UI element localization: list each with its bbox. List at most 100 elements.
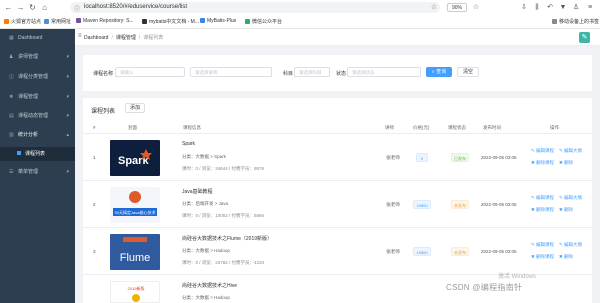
- extension-icon[interactable]: ▼: [559, 3, 567, 12]
- column-header: 课程状态: [448, 125, 466, 130]
- download-icon[interactable]: ⇩: [520, 3, 528, 12]
- bookmark-item[interactable]: 常用网址: [44, 18, 71, 25]
- dashboard-icon: ▦: [9, 35, 14, 41]
- sidebar-item-menu[interactable]: ☰ 菜单管理 ▾: [0, 165, 75, 180]
- status-badge: 未发布: [451, 247, 469, 256]
- row-index: 2: [93, 202, 96, 207]
- teacher-select[interactable]: 请选择讲师: [190, 67, 272, 77]
- status-select[interactable]: 请选择状态: [347, 67, 421, 77]
- bookmark-item[interactable]: 微信公众平台: [245, 18, 282, 25]
- edit-outline-link[interactable]: ✎ 编辑大纲: [559, 195, 582, 201]
- top-navbar: ≡ Dashboard / 课程管理 / 课程列表 ✎: [75, 29, 600, 46]
- sidebar-item-teacher[interactable]: ♟ 讲师管理 ▾: [0, 50, 75, 65]
- account-icon[interactable]: ♙: [572, 3, 580, 12]
- delete-link[interactable]: ✖ 删除: [559, 254, 573, 260]
- delete-course-link[interactable]: ✖ 删除课程: [531, 207, 554, 213]
- course-cover[interactable]: Spark: [110, 140, 160, 176]
- wechat-icon: [245, 19, 250, 24]
- breadcrumb-item[interactable]: Dashboard: [84, 35, 108, 41]
- row-index: 3: [93, 249, 96, 254]
- browser-toolbar: ← → ↻ ⌂ ⓘ localhost:8520/#/eduservice/co…: [0, 0, 600, 15]
- publish-time: 2022-09-05 03:05: [481, 155, 517, 160]
- delete-course-link[interactable]: ✖ 删除课程: [531, 160, 554, 166]
- search-button[interactable]: ⌕ 查询: [426, 67, 452, 77]
- course-category: 分类：大数据 > Spark: [182, 154, 226, 159]
- price-badge: 0: [416, 153, 428, 162]
- list-title: 课程列表: [91, 109, 116, 115]
- edit-course-link[interactable]: ✎ 编辑课程: [531, 195, 554, 201]
- svg-text:Flume: Flume: [120, 252, 151, 264]
- column-header: 发布时间: [483, 125, 501, 130]
- course-name-input[interactable]: 请输入: [115, 67, 185, 77]
- firefox-icon: [4, 19, 9, 24]
- bookmark-item[interactable]: 火狐官方站点: [4, 18, 41, 25]
- home-icon[interactable]: ⌂: [40, 3, 49, 12]
- browser-chrome: ← → ↻ ⌂ ⓘ localhost:8520/#/eduservice/co…: [0, 0, 600, 29]
- bookmarks-bar: 火狐官方站点 常用网址 Maven Repository: S... mybat…: [0, 15, 600, 28]
- chevron-up-icon: ▴: [66, 132, 69, 138]
- status-badge: 未发布: [451, 200, 469, 209]
- course-stats: 课时：0 / 浏览：10052 / 付费学员：5866: [182, 213, 265, 218]
- delete-course-link[interactable]: ✖ 删除课程: [531, 254, 554, 260]
- star-icon[interactable]: ☆: [430, 3, 438, 12]
- edit-course-link[interactable]: ✎ 编辑课程: [531, 148, 554, 154]
- mobile-bookmarks[interactable]: 移动设备上的书签: [552, 18, 599, 25]
- address-bar[interactable]: ⓘ localhost:8520/#/eduservice/course/lis…: [70, 2, 440, 13]
- hive-cover-icon: 2019新版: [128, 285, 145, 302]
- delete-link[interactable]: ✖ 删除: [559, 160, 573, 166]
- edit-course-link[interactable]: ✎ 编辑课程: [531, 242, 554, 248]
- sidebar-item-news[interactable]: ▤ 课程动态管理 ▾: [0, 109, 75, 124]
- breadcrumb-item: 课程列表: [143, 35, 164, 41]
- flume-cover-icon: Flume: [120, 237, 151, 264]
- hamburger-icon[interactable]: ≡: [78, 33, 82, 39]
- reload-icon[interactable]: ↻: [28, 3, 37, 12]
- maven-icon: [76, 18, 81, 23]
- category-icon: ◫: [9, 74, 14, 80]
- subject-select[interactable]: 请选择科目: [294, 67, 330, 77]
- sidebar-item-course-list[interactable]: 课程列表: [0, 147, 75, 161]
- delete-link[interactable]: ✖ 删除: [559, 207, 573, 213]
- zoom-indicator[interactable]: 90%: [447, 3, 467, 12]
- svg-text:2019新版: 2019新版: [128, 285, 145, 291]
- sidebar: ▦ Dashboard ♟ 讲师管理 ▾ ◫ 课程分类管理 ▾ ❖ 课程管理 ▾ ▤ 课程动态管…: [0, 29, 75, 303]
- table-row: 1 Spark Spark 分类：大数据 > Spark 课时：0 / 浏览：2…: [83, 135, 592, 181]
- folder-icon: [44, 19, 49, 24]
- menu-icon[interactable]: ≡: [586, 3, 594, 12]
- sidebar-item-dashboard[interactable]: ▦ Dashboard: [0, 31, 75, 46]
- breadcrumb-item[interactable]: 课程管理: [116, 35, 136, 41]
- undo-icon[interactable]: ↶: [546, 3, 554, 12]
- column-header: 操作: [550, 125, 559, 130]
- csdn-watermark: CSDN @编程指南针: [446, 283, 523, 292]
- library-icon[interactable]: ⫼: [533, 3, 541, 12]
- column-header: #: [93, 125, 96, 130]
- course-cover[interactable]: 30天搞定Java核心技术: [110, 187, 160, 223]
- bookmark-item[interactable]: Maven Repository: S...: [76, 18, 134, 24]
- bookmark-item[interactable]: mybatis中文文档 - M...: [142, 18, 199, 25]
- avatar[interactable]: ✎: [579, 32, 590, 43]
- course-stats: 课时：0 / 浏览：24644 / 付费学员：9576: [182, 166, 265, 171]
- course-name: Java基础教程: [182, 189, 213, 195]
- filter-panel: 课程名称 请输入 请选择讲师 科目 请选择科目 状态 请选择状态 ⌕ 查询 清空: [83, 55, 592, 91]
- course-cover[interactable]: Flume: [110, 234, 160, 270]
- edit-outline-link[interactable]: ✎ 编辑大纲: [559, 242, 582, 248]
- course-name-label: 课程名称: [93, 71, 114, 77]
- folder-icon: [552, 19, 557, 24]
- column-header: 讲师: [385, 125, 394, 130]
- chevron-down-icon: ▾: [66, 169, 69, 175]
- chevron-down-icon: ▾: [66, 54, 69, 60]
- course-cover[interactable]: 2019新版: [110, 281, 160, 303]
- sidebar-item-course[interactable]: ❖ 课程管理 ▾: [0, 90, 75, 105]
- column-header: 价格(元): [413, 125, 430, 130]
- reset-button[interactable]: 清空: [457, 67, 479, 77]
- sidebar-item-stats[interactable]: ▥ 统计分析 ▴: [0, 128, 75, 143]
- table-row: 3 Flume 尚硅谷大数据技术之Flume（2019新版） 分类：大数据 > …: [83, 229, 592, 275]
- sidebar-item-category[interactable]: ◫ 课程分类管理 ▾: [0, 70, 75, 85]
- bookmark-item[interactable]: MyBatis-Plus: [200, 18, 236, 24]
- forward-icon[interactable]: →: [16, 3, 25, 12]
- back-icon[interactable]: ←: [4, 3, 13, 12]
- add-course-button[interactable]: 添加: [125, 103, 145, 113]
- status-label: 状态: [336, 71, 347, 77]
- course-teacher: 张老师: [386, 249, 400, 254]
- edit-outline-link[interactable]: ✎ 编辑大纲: [559, 148, 582, 154]
- bookmark-star-icon[interactable]: ☆: [472, 3, 480, 12]
